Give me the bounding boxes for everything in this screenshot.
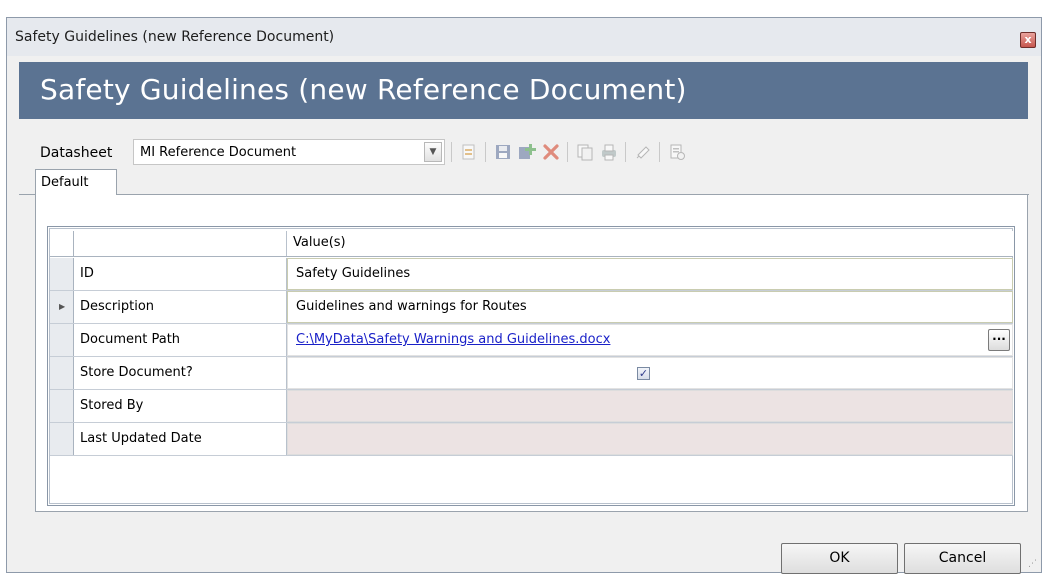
cancel-button[interactable]: Cancel xyxy=(904,543,1021,574)
field-label-description: Description xyxy=(74,291,287,323)
table-row[interactable]: Document Path C:\MyData\Safety Warnings … xyxy=(50,324,1013,357)
ok-button[interactable]: OK xyxy=(781,543,898,574)
close-button[interactable]: x xyxy=(1020,32,1036,48)
dropdown-arrow-icon[interactable]: ▼ xyxy=(424,142,442,162)
new-record-icon[interactable] xyxy=(459,142,479,162)
table-row[interactable]: ID Safety Guidelines xyxy=(50,258,1013,291)
last-updated-date-field xyxy=(287,423,1013,455)
field-label-last-updated-date: Last Updated Date xyxy=(74,423,287,455)
tab-default[interactable]: Default xyxy=(35,169,117,196)
description-input[interactable]: Guidelines and warnings for Routes xyxy=(287,291,1013,323)
history-icon[interactable] xyxy=(667,142,687,162)
header-banner: Safety Guidelines (new Reference Documen… xyxy=(19,62,1028,119)
header-field-column xyxy=(74,231,287,256)
datasheet-grid: Value(s) ID Safety Guidelines ▶ Descript… xyxy=(47,226,1015,506)
dialog-window: Safety Guidelines (new Reference Documen… xyxy=(6,17,1042,574)
stored-by-field xyxy=(287,390,1013,422)
toolbar-separator xyxy=(451,142,452,162)
row-selector[interactable] xyxy=(50,423,74,455)
toolbar-separator xyxy=(567,142,568,162)
datasheet-dropdown[interactable]: MI Reference Document ▼ xyxy=(133,139,445,165)
row-selector[interactable] xyxy=(50,258,74,290)
field-label-store-document: Store Document? xyxy=(74,357,287,389)
table-row[interactable]: Last Updated Date xyxy=(50,423,1013,456)
header-values-column: Value(s) xyxy=(293,235,346,250)
store-document-cell: ✓ xyxy=(287,357,1013,389)
table-row[interactable]: Stored By xyxy=(50,390,1013,423)
datasheet-label: Datasheet xyxy=(40,145,113,161)
field-label-document-path: Document Path xyxy=(74,324,287,356)
copy-icon[interactable] xyxy=(575,142,595,162)
toolbar-separator xyxy=(659,142,660,162)
title-bar[interactable]: Safety Guidelines (new Reference Documen… xyxy=(7,18,1041,56)
add-icon[interactable] xyxy=(517,142,537,162)
document-path-cell: C:\MyData\Safety Warnings and Guidelines… xyxy=(287,324,1013,356)
resize-grip-icon[interactable]: ⋰ xyxy=(1028,559,1038,569)
save-icon[interactable] xyxy=(493,142,513,162)
toolbar-separator xyxy=(485,142,486,162)
datasheet-selected-value: MI Reference Document xyxy=(140,145,297,160)
page-title: Safety Guidelines (new Reference Documen… xyxy=(40,73,687,106)
row-selector[interactable]: ▶ xyxy=(50,291,74,323)
table-row[interactable]: Store Document? ✓ xyxy=(50,357,1013,390)
id-input[interactable]: Safety Guidelines xyxy=(287,258,1013,290)
delete-icon[interactable] xyxy=(541,142,561,162)
current-row-indicator-icon: ▶ xyxy=(59,302,66,311)
row-selector[interactable] xyxy=(50,390,74,422)
store-document-checkbox[interactable]: ✓ xyxy=(637,367,650,380)
browse-button[interactable]: ··· xyxy=(988,329,1010,351)
table-row[interactable]: ▶ Description Guidelines and warnings fo… xyxy=(50,291,1013,324)
window-title: Safety Guidelines (new Reference Documen… xyxy=(15,29,335,45)
link-icon[interactable] xyxy=(633,142,653,162)
row-selector[interactable] xyxy=(50,324,74,356)
print-icon[interactable] xyxy=(599,142,619,162)
field-label-stored-by: Stored By xyxy=(74,390,287,422)
row-selector[interactable] xyxy=(50,357,74,389)
toolbar-separator xyxy=(625,142,626,162)
field-label-id: ID xyxy=(74,258,287,290)
document-path-link[interactable]: C:\MyData\Safety Warnings and Guidelines… xyxy=(296,332,610,347)
grid-header-row: Value(s) xyxy=(50,231,1013,257)
row-selector-header xyxy=(50,231,74,256)
